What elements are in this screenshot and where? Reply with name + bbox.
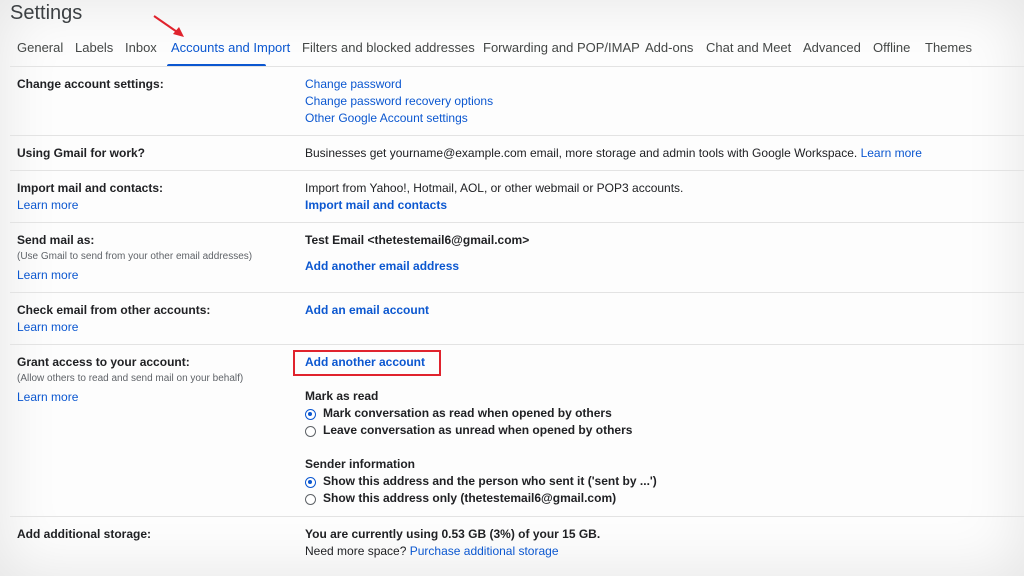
grant-access-label: Grant access to your account:: [17, 355, 190, 369]
mark-read-option-label: Mark conversation as read when opened by…: [323, 406, 612, 420]
show-address-sender-radio[interactable]: [305, 477, 316, 488]
show-address-only-radio[interactable]: [305, 494, 316, 505]
change-password-link[interactable]: Change password: [305, 77, 402, 91]
tab-offline[interactable]: Offline: [873, 40, 910, 55]
page-title: Settings: [10, 2, 83, 24]
tabs-divider: [10, 66, 1024, 67]
leave-unread-option-label: Leave conversation as unread when opened…: [323, 423, 633, 437]
sender-info-heading: Sender information: [305, 457, 416, 471]
tab-accounts-and-import[interactable]: Accounts and Import: [171, 40, 290, 55]
need-more-space-text: Need more space?: [305, 544, 407, 558]
row-divider: [10, 135, 1024, 136]
gmail-work-learn-more-link[interactable]: Learn more: [861, 146, 922, 160]
send-mail-as-label: Send mail as:: [17, 233, 95, 247]
change-account-label: Change account settings:: [17, 77, 164, 91]
google-account-settings-link[interactable]: Other Google Account settings: [305, 111, 468, 125]
row-divider: [10, 170, 1024, 171]
annotation-arrow-icon: [153, 15, 184, 37]
gmail-work-text: Businesses get yourname@example.com emai…: [305, 146, 922, 160]
show-address-only-label: Show this address only (thetestemail6@gm…: [323, 491, 617, 505]
storage-label: Add additional storage:: [17, 527, 152, 541]
show-address-sender-label: Show this address and the person who sen…: [323, 474, 657, 488]
tab-forwarding[interactable]: Forwarding and POP/IMAP: [483, 40, 640, 55]
grant-access-sub: (Allow others to read and send mail on y…: [17, 373, 244, 384]
mark-as-read-heading: Mark as read: [305, 389, 379, 403]
check-email-label: Check email from other accounts:: [17, 303, 211, 317]
import-mail-contacts-link[interactable]: Import mail and contacts: [305, 198, 447, 212]
row-divider: [10, 222, 1024, 223]
import-description: Import from Yahoo!, Hotmail, AOL, or oth…: [305, 181, 684, 195]
send-mail-learn-more-link[interactable]: Learn more: [17, 268, 78, 282]
mark-read-radio[interactable]: [305, 409, 316, 420]
row-divider: [10, 516, 1024, 517]
purchase-storage-link[interactable]: Purchase additional storage: [410, 544, 559, 558]
tab-inbox[interactable]: Inbox: [125, 40, 157, 55]
tab-add-ons[interactable]: Add-ons: [645, 40, 693, 55]
leave-unread-radio[interactable]: [305, 426, 316, 437]
tab-filters[interactable]: Filters and blocked addresses: [302, 40, 475, 55]
tab-chat-and-meet[interactable]: Chat and Meet: [706, 40, 791, 55]
storage-usage: You are currently using 0.53 GB (3%) of …: [305, 527, 601, 541]
add-email-address-link[interactable]: Add another email address: [305, 259, 459, 273]
check-email-learn-more-link[interactable]: Learn more: [17, 320, 78, 334]
send-as-identity: Test Email <thetestemail6@gmail.com>: [305, 233, 530, 247]
gmail-work-label: Using Gmail for work?: [17, 146, 146, 160]
import-learn-more-link[interactable]: Learn more: [17, 198, 78, 212]
grant-access-learn-more-link[interactable]: Learn more: [17, 390, 78, 404]
add-email-account-link[interactable]: Add an email account: [305, 303, 429, 317]
gmail-work-description: Businesses get yourname@example.com emai…: [305, 146, 858, 160]
storage-need-more: Need more space? Purchase additional sto…: [305, 544, 559, 558]
change-recovery-link[interactable]: Change password recovery options: [305, 94, 493, 108]
settings-tabs: General Labels Inbox Accounts and Import…: [0, 40, 1024, 67]
send-mail-as-sub: (Use Gmail to send from your other email…: [17, 251, 253, 262]
tab-advanced[interactable]: Advanced: [803, 40, 861, 55]
tab-themes[interactable]: Themes: [925, 40, 972, 55]
row-divider: [10, 344, 1024, 345]
tab-general[interactable]: General: [17, 40, 63, 55]
import-mail-label: Import mail and contacts:: [17, 181, 164, 195]
tab-labels[interactable]: Labels: [75, 40, 113, 55]
row-divider: [10, 292, 1024, 293]
annotation-highlight-box: [293, 350, 441, 376]
